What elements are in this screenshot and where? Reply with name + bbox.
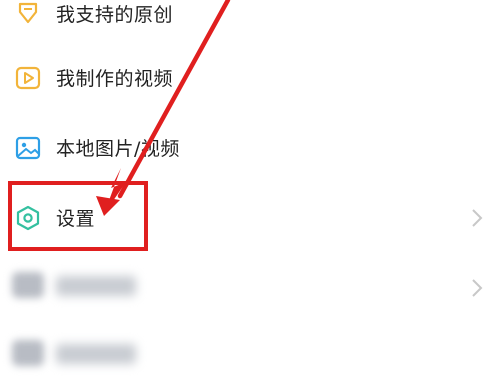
image-icon <box>14 134 42 162</box>
blurred-label <box>56 344 136 364</box>
chevron-right-icon <box>471 208 483 228</box>
blurred-menu-item[interactable] <box>0 258 495 318</box>
menu-item-supported-originals[interactable]: 我支持的原创 <box>0 0 495 42</box>
blurred-menu-item[interactable] <box>0 326 495 386</box>
blurred-label <box>56 276 136 296</box>
video-play-icon <box>14 64 42 92</box>
menu-item-my-videos[interactable]: 我制作的视频 <box>0 48 495 108</box>
blurred-icon <box>12 340 44 366</box>
menu-item-local-media[interactable]: 本地图片/视频 <box>0 118 495 178</box>
settings-menu-list: 我支持的原创 我制作的视频 本地图片/视频 设置 <box>0 0 495 366</box>
chevron-right-icon <box>471 278 483 298</box>
heart-diamond-icon <box>14 0 42 28</box>
menu-item-label: 我支持的原创 <box>56 4 174 26</box>
menu-item-label: 我制作的视频 <box>56 68 174 90</box>
blurred-icon <box>12 272 44 298</box>
annotation-highlight-box <box>8 181 148 251</box>
menu-item-label: 本地图片/视频 <box>56 138 180 160</box>
